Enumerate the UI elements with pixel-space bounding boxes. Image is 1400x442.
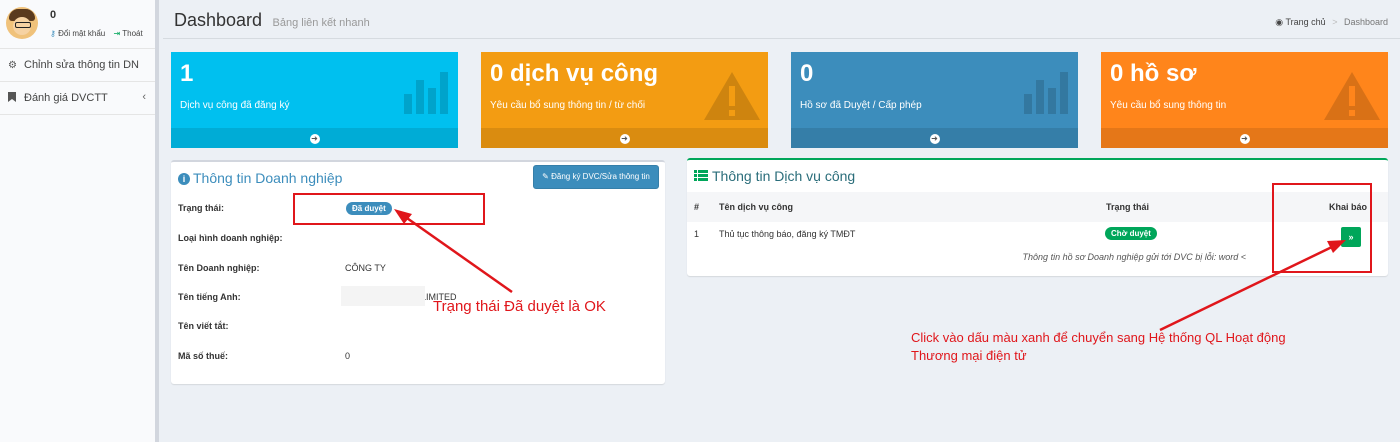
annotation-click-green-line2: Thương mại điện tử: [911, 348, 1027, 363]
arrow-head-status: [394, 209, 412, 224]
annotation-click-green-line1: Click vào dấu màu xanh để chuyển sang Hệ…: [911, 330, 1286, 345]
annotation-status-ok: Trạng thái Đã duyệt là OK: [433, 298, 606, 315]
arrow-to-status: [403, 214, 513, 294]
arrow-head-action: [1327, 240, 1346, 253]
arrow-to-action: [1159, 244, 1335, 332]
annotation-arrows: [394, 209, 1346, 332]
